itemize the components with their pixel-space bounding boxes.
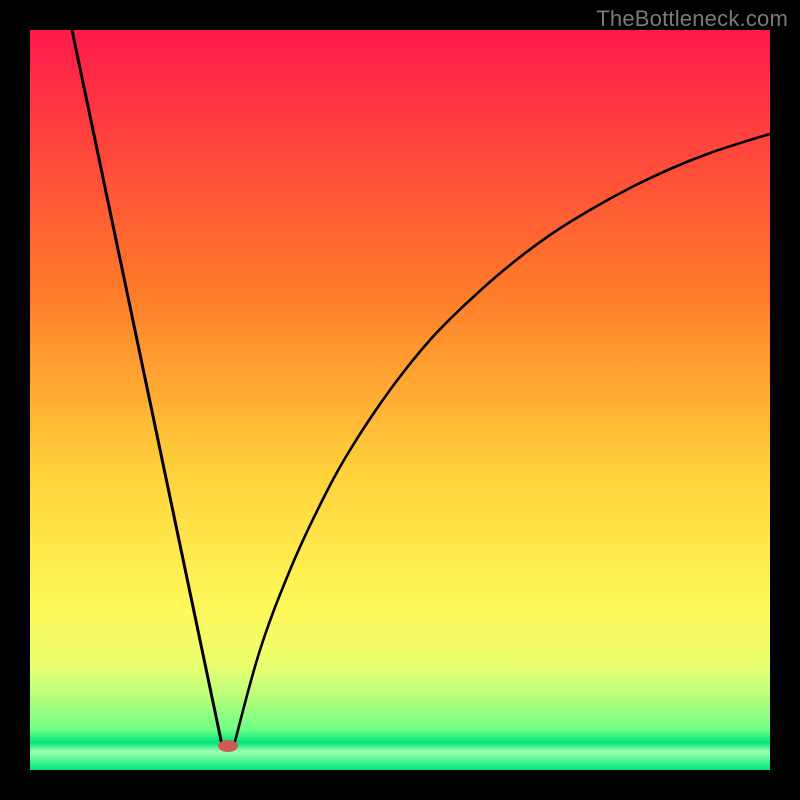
gradient-bg bbox=[30, 30, 770, 770]
min-marker bbox=[218, 740, 238, 752]
watermark-text: TheBottleneck.com bbox=[596, 6, 788, 32]
chart-svg bbox=[30, 30, 770, 770]
chart-frame: TheBottleneck.com bbox=[0, 0, 800, 800]
plot-area bbox=[30, 30, 770, 770]
